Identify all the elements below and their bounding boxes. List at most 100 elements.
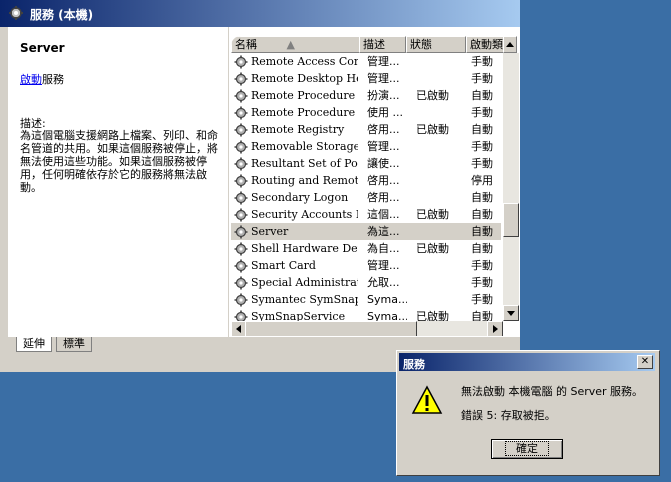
service-gear-icon: [234, 106, 248, 120]
service-gear-icon: [234, 123, 248, 137]
start-service-suffix: 服務: [42, 73, 64, 86]
warning-icon: [411, 385, 443, 414]
service-name: Remote Desktop Hel...: [251, 72, 358, 85]
service-row[interactable]: Server 為這... 自動: [231, 223, 501, 240]
service-gear-icon: [234, 89, 248, 103]
service-gear-icon: [234, 191, 248, 205]
column-header-name[interactable]: 名稱 ▲: [231, 36, 360, 53]
dialog-error-code: 錯誤 5: 存取被拒。: [461, 409, 556, 422]
start-service-line: 啟動服務: [20, 71, 64, 87]
service-row[interactable]: Routing and Remote... 啓用... 停用: [231, 172, 501, 189]
service-name: Secondary Logon: [251, 191, 349, 204]
service-gear-icon: [234, 55, 248, 69]
service-gear-icon: [234, 276, 248, 290]
services-list[interactable]: 名稱 ▲ 描述 狀態 啟動類 Remote Access Con... 管理...…: [231, 36, 519, 336]
service-gear-icon: [234, 242, 248, 256]
service-name: Security Accounts M...: [251, 208, 358, 221]
column-header-status[interactable]: 狀態: [406, 36, 466, 53]
dialog-title: 服務: [403, 358, 425, 371]
column-header-desc[interactable]: 描述: [359, 36, 406, 53]
description-pane: Server 啟動服務 描述: 為這個電腦支援網路上檔案、列印、和命名管道的共用…: [8, 27, 229, 337]
service-description: 使用 ...: [367, 106, 403, 119]
service-startup-type: 手動: [471, 157, 493, 170]
service-row[interactable]: Remote Desktop Hel... 管理... 手動: [231, 70, 501, 87]
service-startup-type: 自動: [471, 225, 493, 238]
service-row[interactable]: Smart Card 管理... 手動: [231, 257, 501, 274]
scroll-down-button[interactable]: [503, 305, 519, 321]
list-rows: Remote Access Con... 管理... 手動 Remote Deskto…: [231, 53, 501, 321]
service-gear-icon: [234, 140, 248, 154]
scroll-up-button[interactable]: [503, 36, 517, 53]
service-row[interactable]: Special Administrati... 允取... 手動: [231, 274, 501, 291]
service-status: 已啟動: [416, 208, 449, 221]
error-dialog: 服務 ✕ 無法啟動 本機電腦 的 Server 服務。 錯誤 5: 存取被拒。 …: [396, 350, 660, 476]
vertical-scroll-thumb[interactable]: [503, 203, 519, 237]
tab-standard[interactable]: 標準: [56, 337, 92, 352]
service-row[interactable]: SymSnapService Syma... 已啟動 自動: [231, 308, 501, 321]
service-row[interactable]: Remote Procedure C... 扮演... 已啟動 自動: [231, 87, 501, 104]
service-description: 管理...: [367, 72, 400, 85]
service-description: 管理...: [367, 55, 400, 68]
service-heading: Server: [20, 41, 65, 55]
service-name: Remote Procedure C...: [251, 106, 358, 119]
service-status: 已啟動: [416, 310, 449, 321]
scroll-right-button[interactable]: [487, 321, 503, 336]
service-description: 啓用...: [367, 191, 400, 204]
horizontal-scroll-thumb[interactable]: [245, 321, 417, 336]
window-title: 服務 (本機): [30, 8, 94, 22]
service-name: Resultant Set of Poli...: [251, 157, 358, 170]
description-text: 為這個電腦支援網路上檔案、列印、和命名管道的共用。如果這個服務被停止，將無法使用…: [20, 129, 218, 194]
start-service-link[interactable]: 啟動: [20, 73, 42, 86]
service-description: Syma...: [367, 293, 407, 306]
service-row[interactable]: Resultant Set of Poli... 讓使... 手動: [231, 155, 501, 172]
service-status: 已啟動: [416, 123, 449, 136]
service-gear-icon: [234, 310, 248, 321]
dialog-close-button[interactable]: ✕: [637, 355, 653, 369]
service-name: Remote Registry: [251, 123, 345, 136]
service-row[interactable]: Remote Procedure C... 使用 ... 手動: [231, 104, 501, 121]
service-row[interactable]: Symantec SymSnap ... Syma... 手動: [231, 291, 501, 308]
service-row[interactable]: Security Accounts M... 這個... 已啟動 自動: [231, 206, 501, 223]
service-description: 管理...: [367, 259, 400, 272]
horizontal-scrollbar[interactable]: [231, 321, 503, 336]
service-gear-icon: [234, 157, 248, 171]
arrow-left-icon: [236, 325, 241, 333]
dialog-titlebar[interactable]: 服務 ✕: [399, 353, 655, 371]
service-startup-type: 手動: [471, 276, 493, 289]
service-startup-type: 停用: [471, 174, 493, 187]
service-row[interactable]: Remote Access Con... 管理... 手動: [231, 53, 501, 70]
service-startup-type: 手動: [471, 140, 493, 153]
service-name: Symantec SymSnap ...: [251, 293, 358, 306]
service-row[interactable]: Shell Hardware Dete... 為自... 已啟動 自動: [231, 240, 501, 257]
service-name: Remote Access Con...: [251, 55, 358, 68]
service-row[interactable]: Removable Storage 管理... 手動: [231, 138, 501, 155]
service-description: 為自...: [367, 242, 400, 255]
service-row[interactable]: Secondary Logon 啓用... 自動: [231, 189, 501, 206]
service-gear-icon: [234, 225, 248, 239]
close-icon: ✕: [640, 356, 650, 367]
list-header: 名稱 ▲ 描述 狀態 啟動類: [231, 36, 519, 53]
ok-button[interactable]: 確定: [491, 439, 563, 459]
dialog-message: 無法啟動 本機電腦 的 Server 服務。: [461, 385, 644, 398]
service-row[interactable]: Remote Registry 啓用... 已啟動 自動: [231, 121, 501, 138]
service-gear-icon: [234, 293, 248, 307]
service-gear-icon: [234, 174, 248, 188]
vertical-scrollbar[interactable]: [503, 53, 519, 321]
service-name: Special Administrati...: [251, 276, 358, 289]
service-name: Removable Storage: [251, 140, 358, 153]
service-description: 啓用...: [367, 174, 400, 187]
service-name: Shell Hardware Dete...: [251, 242, 358, 255]
sort-ascending-icon: ▲: [286, 38, 295, 51]
window-titlebar[interactable]: 服務 (本機): [0, 0, 520, 27]
column-header-startup[interactable]: 啟動類: [466, 36, 505, 53]
service-startup-type: 手動: [471, 106, 493, 119]
tab-extended[interactable]: 延伸: [16, 337, 52, 352]
arrow-up-icon: [506, 42, 514, 47]
service-startup-type: 自動: [471, 123, 493, 136]
service-description: 這個...: [367, 208, 400, 221]
arrow-right-icon: [493, 325, 498, 333]
service-startup-type: 自動: [471, 242, 493, 255]
service-status: 已啟動: [416, 89, 449, 102]
service-name: Smart Card: [251, 259, 316, 272]
service-name: Routing and Remote...: [251, 174, 358, 187]
